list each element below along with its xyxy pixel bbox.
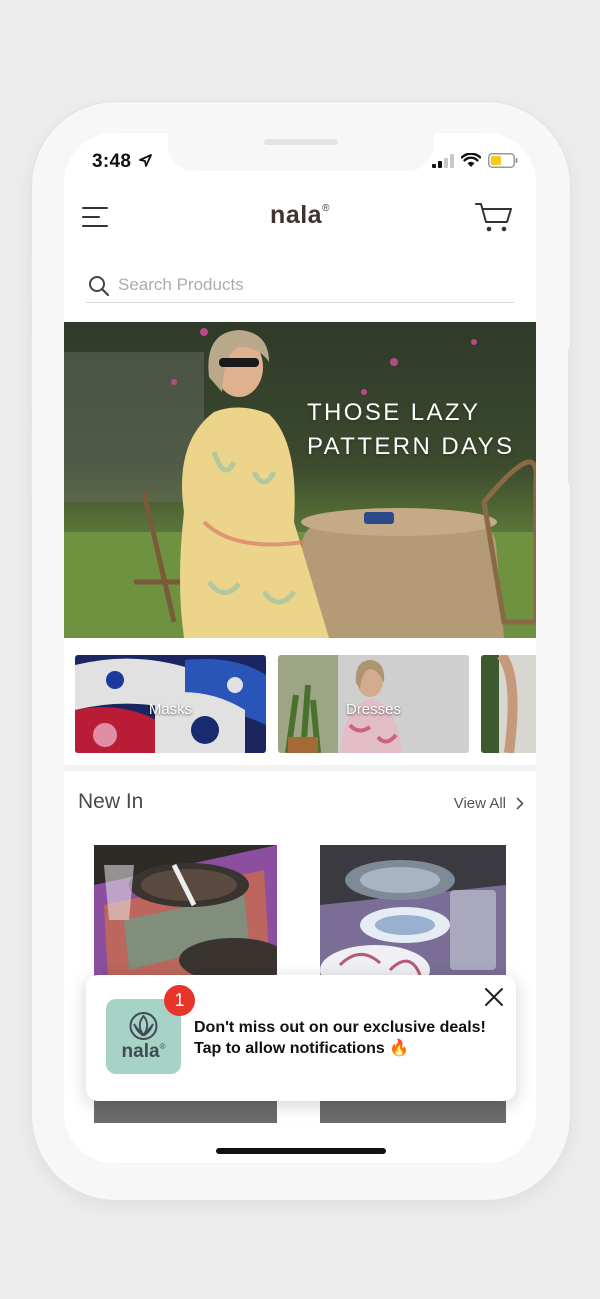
search-input[interactable] bbox=[118, 273, 498, 297]
notch bbox=[168, 133, 434, 171]
status-time: 3:48 bbox=[92, 151, 152, 173]
brand-logo[interactable]: nala® bbox=[64, 201, 536, 230]
app-icon-label: nala® bbox=[121, 1041, 166, 1062]
notification-badge: 1 bbox=[164, 985, 195, 1016]
battery-icon bbox=[488, 153, 518, 168]
phone-power-button bbox=[568, 346, 574, 486]
phone-silent-switch bbox=[26, 256, 32, 300]
notification-line-1: Don't miss out on our exclusive deals! bbox=[194, 1019, 486, 1036]
view-all-label: View All bbox=[453, 795, 506, 812]
category-card-partial[interactable] bbox=[481, 655, 536, 753]
hero-image bbox=[64, 322, 536, 638]
signal-icon bbox=[432, 153, 454, 168]
category-card-dresses[interactable]: Dresses bbox=[278, 655, 469, 753]
cart-icon bbox=[475, 203, 512, 232]
app-header: nala® bbox=[64, 193, 536, 245]
speaker bbox=[264, 139, 338, 145]
search-bar bbox=[86, 269, 514, 303]
chevron-right-icon bbox=[516, 797, 524, 810]
phone-volume-up bbox=[26, 336, 32, 408]
location-arrow-icon bbox=[138, 154, 152, 167]
registered-mark: ® bbox=[322, 203, 330, 214]
fire-emoji: 🔥 bbox=[389, 1040, 410, 1057]
brand-name: nala bbox=[270, 201, 323, 229]
category-label-dresses: Dresses bbox=[345, 701, 401, 718]
close-icon bbox=[485, 988, 503, 1006]
category-image-partial bbox=[481, 655, 536, 753]
category-card-masks[interactable]: Masks bbox=[75, 655, 266, 753]
cart-button[interactable] bbox=[474, 199, 514, 235]
phone-volume-down bbox=[26, 426, 32, 498]
close-button[interactable] bbox=[482, 985, 506, 1009]
new-in-title: New In bbox=[78, 790, 144, 813]
home-indicator bbox=[216, 1148, 386, 1154]
notification-prompt[interactable]: nala® 1 Don't miss out on our exclusive … bbox=[86, 975, 516, 1101]
view-all-link[interactable]: View All bbox=[454, 795, 524, 812]
status-icons bbox=[432, 153, 518, 168]
category-carousel: Masks Dresses bbox=[75, 655, 536, 753]
wifi-icon bbox=[461, 153, 481, 167]
hero-banner[interactable]: THOSE LAZY PATTERN DAYS bbox=[64, 322, 536, 638]
search-icon bbox=[89, 276, 110, 297]
category-label-masks: Masks bbox=[148, 701, 193, 718]
section-divider bbox=[64, 765, 536, 771]
app-screen: 3:48 nala® Search Products THOSE LAZY PA… bbox=[64, 133, 536, 1163]
hero-title: THOSE LAZY PATTERN DAYS bbox=[307, 399, 515, 460]
notification-message: Don't miss out on our exclusive deals! T… bbox=[194, 1017, 486, 1059]
notification-line-2: Tap to allow notifications 🔥 bbox=[194, 1040, 410, 1057]
